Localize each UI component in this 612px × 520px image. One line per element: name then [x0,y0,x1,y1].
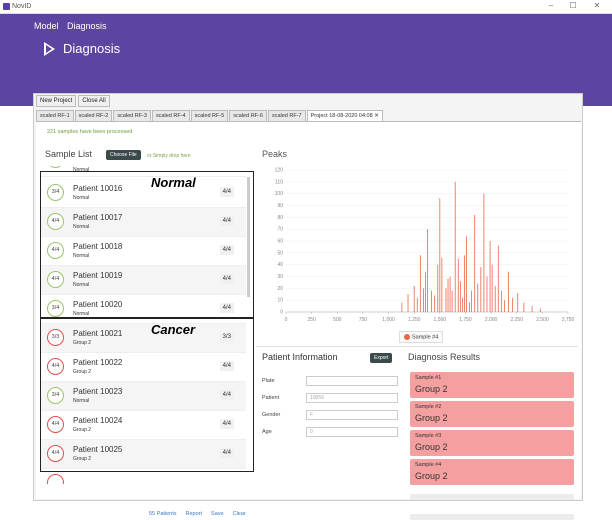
x-tick-label: 0 [285,317,288,323]
x-tick-label: 750 [359,317,368,323]
main-content: 221 samples have been processed Sample L… [36,121,581,520]
app-panel: New Project Close All scaled RF-1 scaled… [33,93,583,520]
age-field[interactable]: 0 [306,427,398,437]
new-project-button[interactable]: New Project [36,95,77,107]
y-tick-label: 30 [277,274,283,280]
page-title: Diagnosis [63,41,121,56]
y-tick-label: 50 [277,250,283,256]
app-icon [3,3,10,10]
plate-label: Plate [262,378,275,384]
x-tick-label: 1,000 [382,317,395,323]
y-tick-label: 110 [275,179,283,185]
result-sample: Sample #1 [415,375,442,381]
y-tick-label: 100 [275,191,284,197]
y-tick-label: 90 [277,203,283,209]
x-tick-label: 2,000 [485,317,498,323]
legend-label: Sample #4 [412,334,439,341]
placeholder-bar [410,514,574,520]
toolbar: New Project Close All [36,95,110,107]
x-tick-label: 2,250 [510,317,523,323]
y-tick-label: 20 [277,286,283,292]
normal-annotation: Normal [151,175,196,190]
y-tick-label: 10 [277,298,283,304]
page-header: Diagnosis [44,41,120,56]
menu-bar: Model Diagnosis [34,21,113,31]
result-group: Group 2 [415,442,448,452]
x-tick-label: 2,750 [562,317,575,323]
result-sample: Sample #2 [415,404,442,410]
result-group: Group 2 [415,384,448,394]
placeholder-bar [410,494,574,500]
gender-field[interactable]: F [306,410,398,420]
result-group: Group 2 [415,471,448,481]
y-tick-label: 0 [280,310,283,316]
section-divider [256,346,578,347]
diagnosis-results-title: Diagnosis Results [408,352,481,362]
minimize-icon[interactable]: – [544,1,558,10]
x-tick-label: 1,250 [408,317,421,323]
result-card[interactable]: Sample #1 Group 2 [410,372,574,398]
close-icon[interactable]: ✕ [590,1,604,10]
processed-status: 221 samples have been processed [47,129,133,135]
result-sample: Sample #4 [415,462,442,468]
result-sample: Sample #3 [415,433,442,439]
result-card[interactable]: Sample #3 Group 2 [410,430,574,456]
result-card[interactable]: Sample #2 Group 2 [410,401,574,427]
list-footer: 55 Patients Report Save Clear [149,511,246,517]
age-label: Age [262,429,272,435]
plate-field[interactable] [306,376,398,386]
patient-label: Patient [262,395,280,401]
clear-link[interactable]: Clear [233,511,246,517]
window-titlebar: NovID – ☐ ✕ [0,0,612,14]
save-link[interactable]: Save [211,511,224,517]
x-tick-label: 2,500 [536,317,549,323]
normal-group-box [40,171,254,318]
y-tick-label: 120 [275,168,284,174]
app-name: NovID [12,3,32,10]
y-tick-label: 70 [277,227,283,233]
export-button[interactable]: Export [370,353,393,363]
result-card[interactable]: Sample #4 Group 2 [410,459,574,485]
close-all-button[interactable]: Close All [78,95,110,107]
patient-field[interactable]: 10059 [306,393,398,403]
maximize-icon[interactable]: ☐ [566,1,580,10]
report-link[interactable]: Report [186,511,203,517]
drop-hint: or Simply drop here [147,153,191,159]
play-icon [44,41,55,56]
y-tick-label: 60 [277,239,283,245]
menu-item-diagnosis[interactable]: Diagnosis [67,21,107,31]
y-tick-label: 40 [277,262,283,268]
y-tick-label: 80 [277,215,283,221]
status-ring-icon [47,474,64,484]
peaks-chart: 0 10 20 30 40 50 60 70 80 90 100 110 120 0 250 500 750 1,… [275,168,575,324]
peaks-title: Peaks [262,149,288,159]
gender-label: Gender [262,412,281,418]
cancer-annotation: Cancer [151,322,196,337]
result-group: Group 2 [415,413,448,423]
x-tick-label: 500 [333,317,342,323]
patients-count-link[interactable]: 55 Patients [149,511,177,517]
status-ring-icon [47,166,64,168]
legend-dot-icon [404,334,410,340]
cancer-group-box [40,318,254,472]
menu-item-model[interactable]: Model [34,21,59,31]
choose-file-button[interactable]: Choose File [106,150,141,160]
sample-list-title: Sample List [45,149,93,159]
x-tick-label: 1,500 [434,317,447,323]
patient-info-title: Patient Information [262,352,338,362]
x-tick-label: 250 [307,317,316,323]
chart-legend[interactable]: Sample #4 [399,331,444,344]
x-tick-label: 1,750 [459,317,472,323]
